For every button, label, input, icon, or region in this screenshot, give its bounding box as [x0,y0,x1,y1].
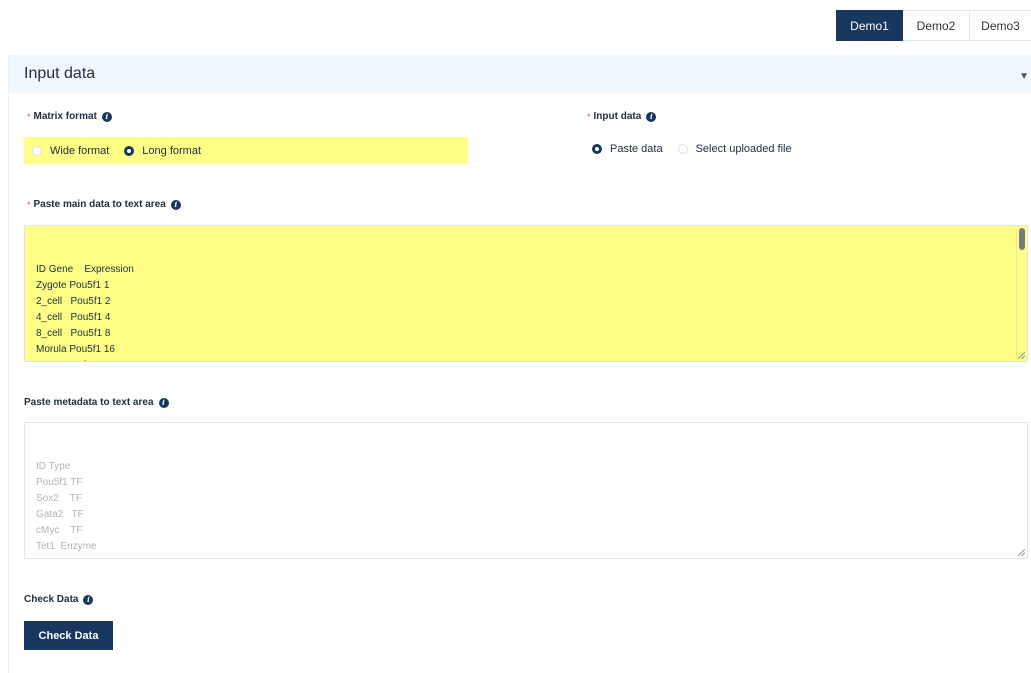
radio-paste-data[interactable]: Paste data [592,143,663,155]
matrix-format-label: * Matrix format i [27,111,112,122]
check-data-label: Check Data i [24,594,94,605]
check-data-label-text: Check Data [24,594,79,605]
input-data-radio-group: Paste data Select uploaded file [592,143,792,155]
resize-grip-icon[interactable] [1018,549,1025,556]
required-asterisk: * [27,199,31,210]
metadata-placeholder: ID Type Pou5f1 TF Sox2 TF Gata2 TF cMyc … [36,461,97,558]
panel-left-border [8,55,9,673]
radio-label: Long format [142,144,201,157]
check-data-button[interactable]: Check Data [24,621,113,650]
radio-checked-icon[interactable] [592,144,602,154]
info-icon[interactable]: i [646,111,657,122]
main-data-textarea[interactable]: ID Gene Expression Zygote Pou5f1 1 2_cel… [24,225,1028,362]
radio-select-uploaded-file[interactable]: Select uploaded file [677,143,792,155]
tab-demo1[interactable]: Demo1 [836,10,903,41]
metadata-textarea[interactable]: ID Type Pou5f1 TF Sox2 TF Gata2 TF cMyc … [24,422,1028,559]
radio-label: Wide format [50,144,110,157]
tab-demo3[interactable]: Demo3 [970,10,1031,41]
matrix-format-radio-group: Wide format Long format [24,137,468,164]
radio-unchecked-icon[interactable] [677,144,688,154]
collapse-caret-icon[interactable]: ▼ [1019,71,1029,82]
info-icon[interactable]: i [158,397,169,408]
metadata-label-text: Paste metadata to text area [24,397,154,408]
matrix-format-label-text: Matrix format [33,111,97,122]
required-asterisk: * [587,111,591,122]
scrollbar-thumb[interactable] [1019,228,1025,250]
tab-demo2[interactable]: Demo2 [903,10,970,41]
main-data-label-text: Paste main data to text area [33,199,166,210]
main-data-text: ID Gene Expression Zygote Pou5f1 1 2_cel… [36,264,134,361]
panel-title: Input data [24,65,96,82]
input-data-label: * Input data i [587,111,657,122]
radio-label: Paste data [610,143,663,155]
info-icon[interactable]: i [170,199,181,210]
radio-long-format[interactable]: Long format [124,145,201,157]
main-data-label: * Paste main data to text area i [27,199,181,210]
input-data-panel-header[interactable]: Input data ▼ [9,55,1031,93]
radio-wide-format[interactable]: Wide format [32,145,109,157]
info-icon[interactable]: i [101,111,112,122]
input-data-label-text: Input data [593,111,642,122]
radio-label: Select uploaded file [695,143,792,155]
demo-tabs: Demo1 Demo2 Demo3 [836,10,1031,41]
metadata-label: Paste metadata to text area i [24,397,169,408]
radio-unchecked-icon[interactable] [32,145,42,156]
required-asterisk: * [27,111,31,122]
resize-grip-icon[interactable] [1018,352,1025,359]
radio-checked-icon[interactable] [124,145,135,156]
info-icon[interactable]: i [83,594,94,605]
